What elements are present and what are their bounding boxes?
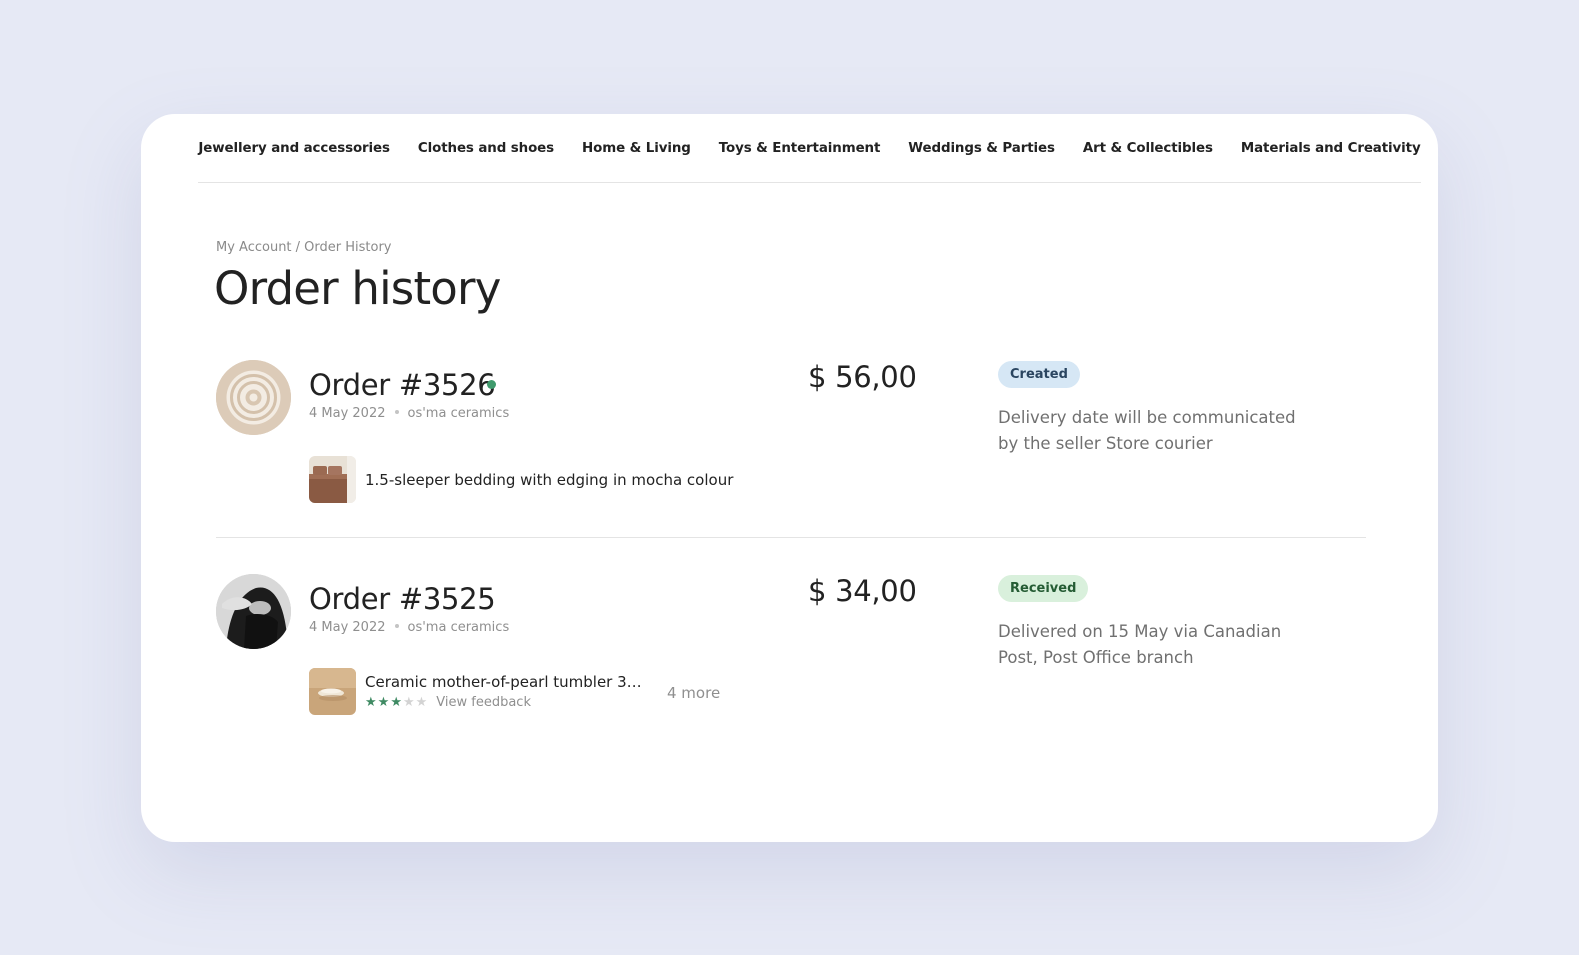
order-row[interactable]: Order #3526 4 May 2022 os'ma ceramics 1.5…	[216, 360, 1366, 538]
delivery-info: Delivered on 15 May via Canadian Post, P…	[998, 622, 1282, 667]
star-filled-icon: ★	[390, 695, 402, 710]
ceramic-plate-image	[216, 360, 291, 435]
view-feedback-link[interactable]: View feedback	[436, 695, 531, 710]
status-badge: Received	[998, 575, 1089, 602]
new-indicator-dot	[487, 380, 496, 389]
order-date: 4 May 2022	[309, 620, 386, 635]
nav-item-clothes[interactable]: Clothes and shoes	[418, 141, 554, 156]
seller-avatar	[216, 360, 291, 435]
order-price: $ 56,00	[808, 360, 917, 394]
product-rating: ★ ★ ★ ★ ★ View feedback	[365, 695, 643, 710]
nav-item-jewellery[interactable]: Jewellery and accessories	[198, 141, 390, 156]
seller-name[interactable]: os'ma ceramics	[408, 406, 510, 421]
separator-dot	[394, 410, 399, 414]
status-badge: Created	[998, 361, 1080, 388]
nav-item-weddings[interactable]: Weddings & Parties	[908, 141, 1055, 156]
breadcrumb[interactable]: My Account / Order History	[216, 240, 392, 255]
bedding-image	[309, 456, 356, 503]
nav-item-home-living[interactable]: Home & Living	[582, 141, 691, 156]
star-empty-icon: ★	[402, 695, 415, 710]
product-item[interactable]: 1.5-sleeper bedding with edging in mocha…	[309, 456, 733, 503]
star-empty-icon: ★	[415, 695, 428, 710]
nav-item-materials[interactable]: Materials and Creativity	[1241, 141, 1421, 156]
seller-portrait-image	[216, 574, 291, 649]
page-title: Order history	[214, 262, 501, 315]
product-thumbnail	[309, 456, 356, 503]
product-item[interactable]: Ceramic mother-of-pearl tumbler 300 ml ★…	[309, 668, 643, 715]
product-thumbnail	[309, 668, 356, 715]
order-number[interactable]: Order #3526	[309, 368, 496, 402]
star-filled-icon: ★	[377, 695, 390, 710]
order-history-card: Jewellery and accessories Clothes and sh…	[141, 114, 1438, 842]
star-filled-icon: ★	[365, 695, 377, 710]
order-row[interactable]: Order #3525 4 May 2022 os'ma ceramics Cer…	[216, 574, 1366, 734]
nav-item-toys[interactable]: Toys & Entertainment	[719, 141, 881, 156]
more-items-link[interactable]: 4 more	[667, 684, 720, 702]
order-price: $ 34,00	[808, 574, 917, 608]
nav-item-art[interactable]: Art & Collectibles	[1083, 141, 1213, 156]
order-number[interactable]: Order #3525	[309, 582, 496, 616]
separator-dot	[394, 624, 399, 628]
delivery-info: Delivery date will be communicated by th…	[998, 408, 1296, 453]
product-name[interactable]: Ceramic mother-of-pearl tumbler 300 ml	[365, 673, 643, 691]
order-meta: 4 May 2022 os'ma ceramics	[309, 620, 509, 635]
seller-name[interactable]: os'ma ceramics	[408, 620, 510, 635]
tumbler-image	[309, 668, 356, 715]
product-name[interactable]: 1.5-sleeper bedding with edging in mocha…	[365, 471, 733, 489]
order-date: 4 May 2022	[309, 406, 386, 421]
order-meta: 4 May 2022 os'ma ceramics	[309, 406, 509, 421]
seller-avatar	[216, 574, 291, 649]
category-nav: Jewellery and accessories Clothes and sh…	[198, 114, 1421, 183]
